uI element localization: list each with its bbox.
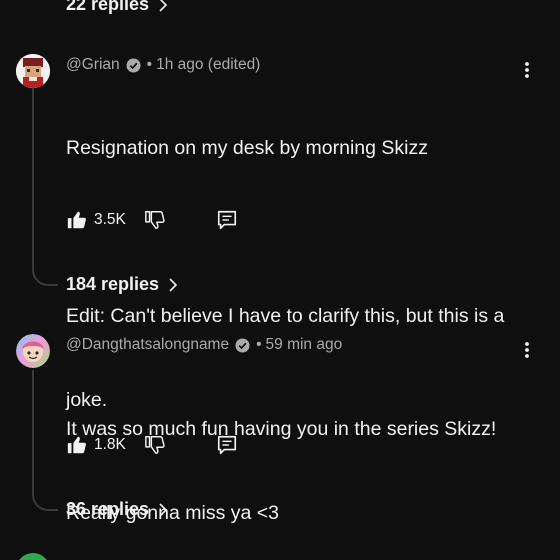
chevron-right-icon bbox=[159, 0, 168, 12]
meta-separator: • bbox=[146, 56, 153, 73]
author-name[interactable]: @Grian bbox=[66, 56, 120, 74]
like-icon[interactable] bbox=[66, 434, 88, 456]
comment-meta: @Dangthatsalongname • 59 min ago bbox=[66, 336, 342, 354]
replies-label: 184 replies bbox=[66, 274, 160, 294]
author-name[interactable]: @Dangthatsalongname bbox=[66, 336, 229, 354]
verified-check-icon bbox=[126, 57, 141, 73]
comment-text: It was so much fun having you in the ser… bbox=[66, 359, 526, 560]
thread-connector bbox=[32, 88, 58, 286]
replies-link-top[interactable]: 22 replies bbox=[66, 0, 171, 15]
like-count: 3.5K bbox=[94, 211, 126, 228]
more-options-icon[interactable] bbox=[517, 60, 537, 80]
comment-actions: 3.5K bbox=[66, 207, 238, 233]
chevron-right-icon bbox=[159, 502, 168, 517]
cartoon-avatar-icon[interactable] bbox=[16, 334, 50, 368]
avatar[interactable] bbox=[16, 553, 50, 560]
dislike-icon[interactable] bbox=[144, 209, 166, 231]
dislike-icon[interactable] bbox=[144, 434, 166, 456]
replies-link[interactable]: 184 replies bbox=[66, 274, 181, 295]
comment-meta: @Grian • 1h ago (edited) bbox=[66, 56, 260, 74]
meta-separator: • bbox=[256, 336, 262, 353]
comment-time: 1h ago (edited) bbox=[156, 56, 261, 73]
comments-screen: 22 replies @Grian • 1h ago (edited) Resi… bbox=[0, 0, 560, 560]
comment-actions: 1.8K bbox=[66, 432, 238, 458]
pixel-avatar-icon[interactable] bbox=[16, 54, 50, 88]
more-options-icon[interactable] bbox=[517, 340, 537, 360]
replies-label: 36 replies bbox=[66, 499, 150, 519]
replies-label: 22 replies bbox=[66, 0, 150, 14]
replies-link[interactable]: 36 replies bbox=[66, 499, 171, 520]
comment-line: Resignation on my desk by morning Skizz bbox=[66, 137, 428, 159]
reply-icon[interactable] bbox=[216, 209, 238, 231]
verified-check-icon bbox=[235, 337, 250, 353]
thread-connector bbox=[32, 370, 58, 511]
reply-icon[interactable] bbox=[216, 434, 238, 456]
like-count: 1.8K bbox=[94, 436, 126, 453]
comment-line: Edit: Can't believe I have to clarify th… bbox=[66, 305, 505, 327]
like-icon[interactable] bbox=[66, 209, 88, 231]
comment-time: 59 min ago bbox=[265, 336, 343, 353]
chevron-right-icon bbox=[169, 277, 178, 292]
